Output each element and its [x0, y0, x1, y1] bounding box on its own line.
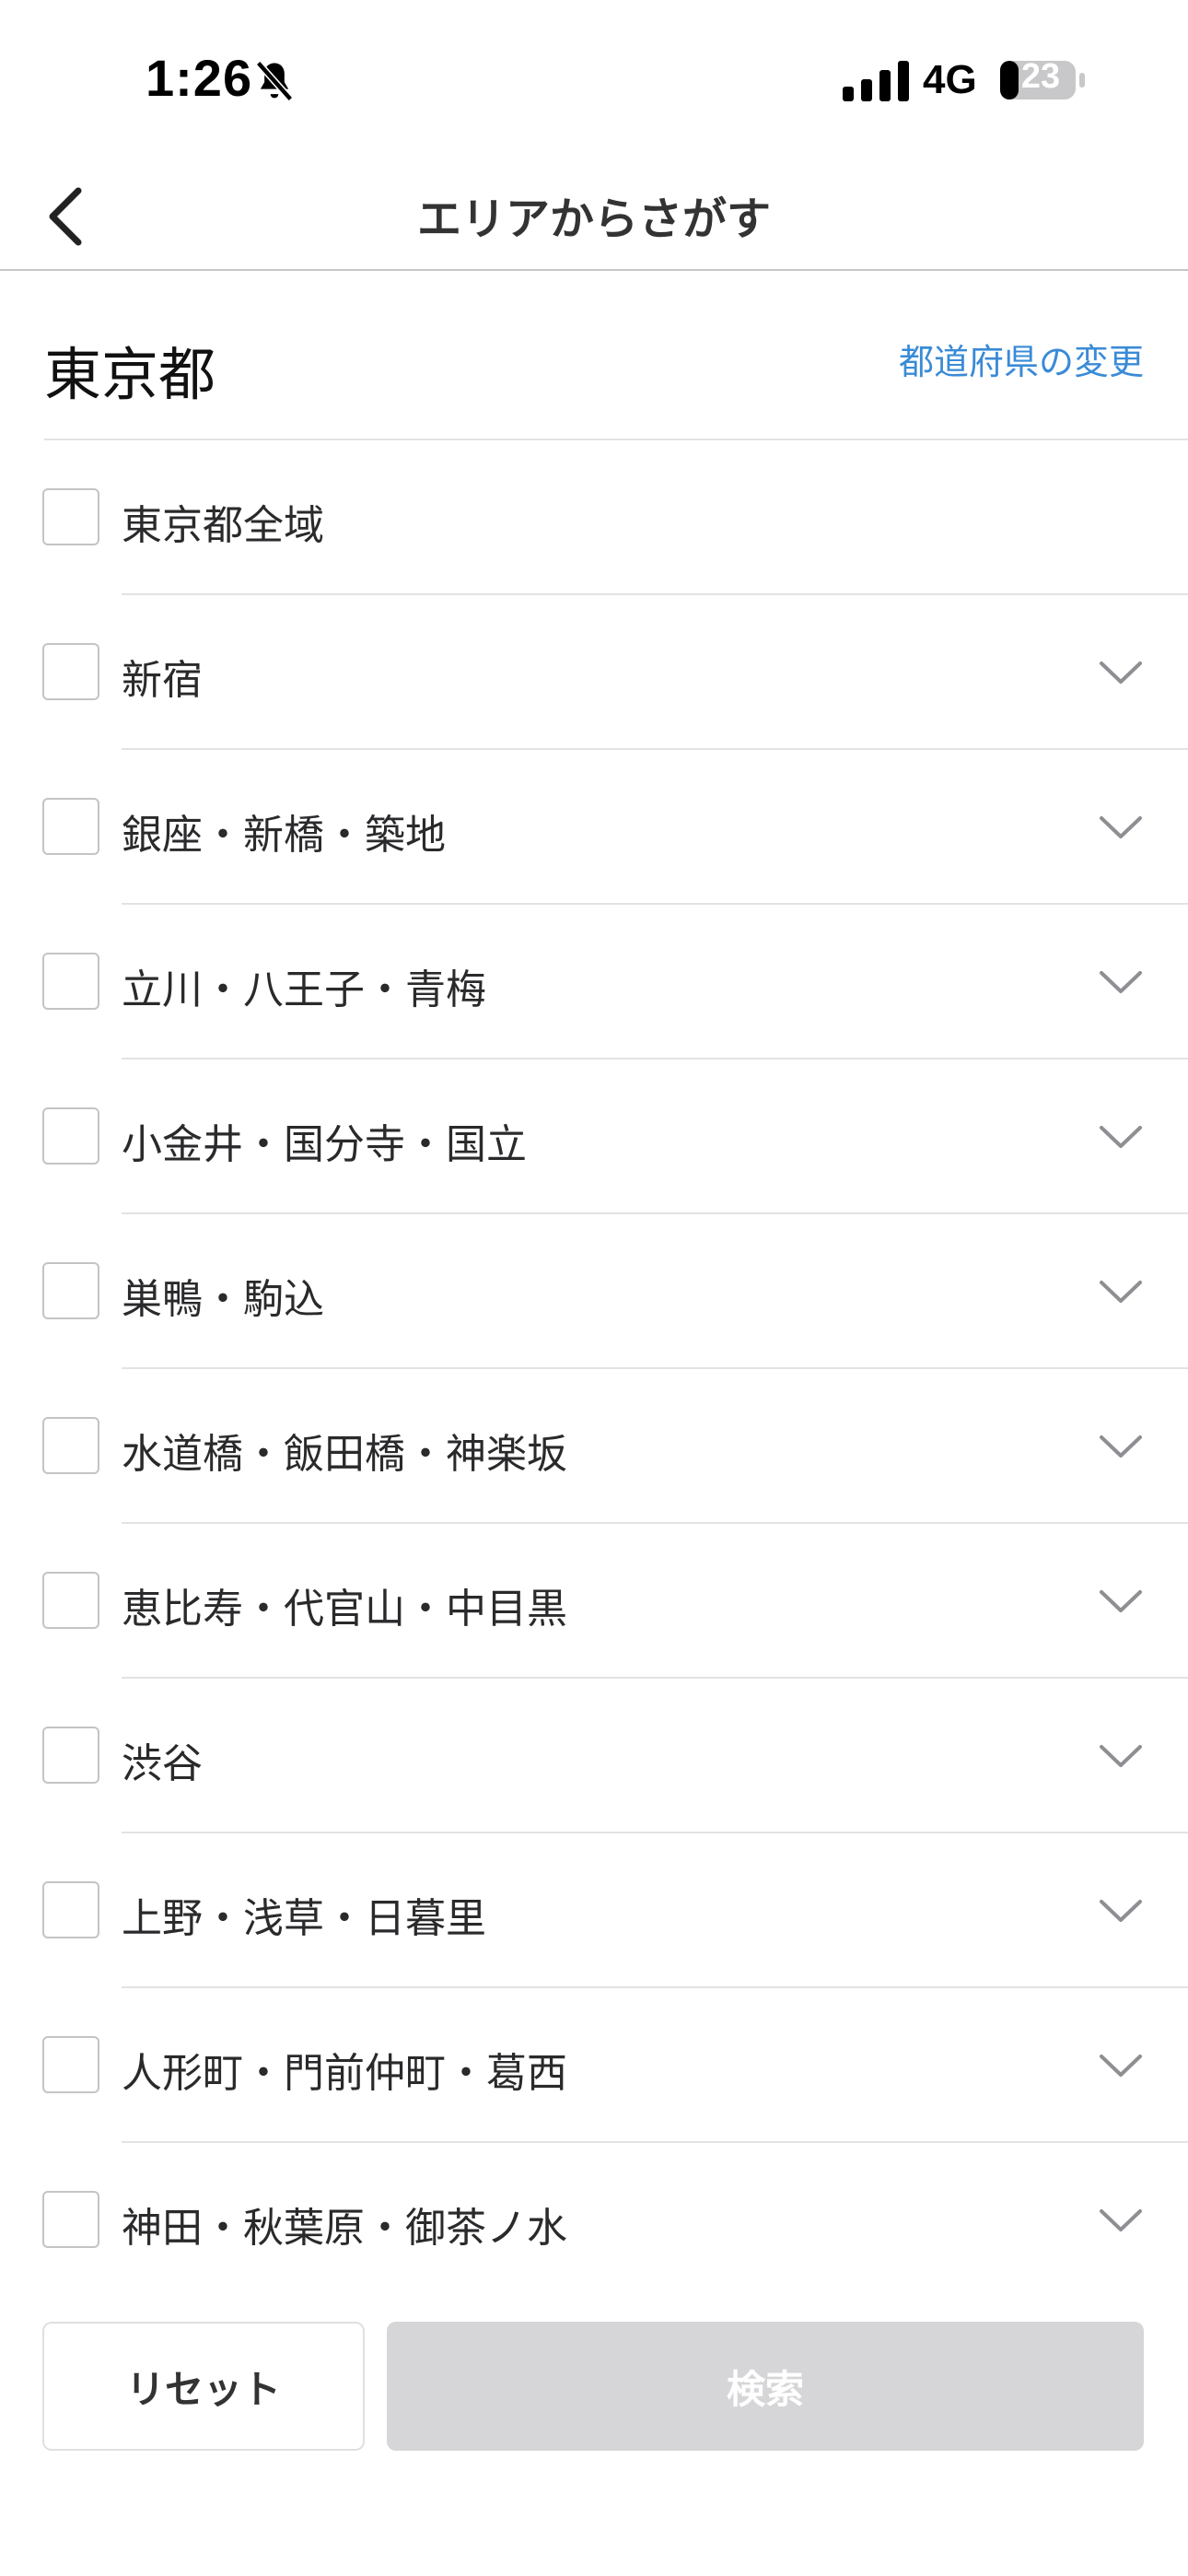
- chevron-down-icon[interactable]: [1098, 1889, 1144, 1933]
- area-checkbox[interactable]: [42, 1572, 99, 1629]
- area-label: 渋谷: [122, 1740, 203, 1787]
- area-label: 新宿: [122, 657, 203, 704]
- chevron-down-icon[interactable]: [1098, 1734, 1144, 1778]
- area-row[interactable]: 神田・秋葉原・御茶ノ水: [0, 2143, 1188, 2298]
- area-row[interactable]: 渋谷: [0, 1679, 1188, 1833]
- area-row[interactable]: 新宿: [0, 595, 1188, 750]
- reset-button[interactable]: リセット: [42, 2322, 365, 2451]
- screen: 1:26 4G 23 エリアからさがす 東京都 都道府県の変更 東京都全域 新宿…: [0, 0, 1188, 2576]
- cellular-signal-icon: [843, 61, 909, 101]
- area-checkbox[interactable]: [42, 643, 99, 700]
- area-checkbox[interactable]: [42, 1881, 99, 1938]
- area-label: 神田・秋葉原・御茶ノ水: [122, 2205, 567, 2252]
- chevron-down-icon[interactable]: [1098, 1270, 1144, 1314]
- area-label: 人形町・門前仲町・葛西: [122, 2050, 567, 2097]
- area-checkbox[interactable]: [42, 488, 99, 545]
- page-title: エリアからさがす: [416, 193, 771, 245]
- area-label: 銀座・新橋・築地: [122, 812, 446, 859]
- area-row[interactable]: 立川・八王子・青梅: [0, 905, 1188, 1060]
- prefecture-name: 東京都: [44, 341, 216, 408]
- area-checkbox[interactable]: [42, 2036, 99, 2093]
- chevron-down-icon[interactable]: [1098, 805, 1144, 849]
- battery-level: 23: [1020, 57, 1061, 96]
- chevron-down-icon[interactable]: [1098, 650, 1144, 695]
- area-label: 水道橋・飯田橋・神楽坂: [122, 1431, 567, 1478]
- area-row[interactable]: 銀座・新橋・築地: [0, 750, 1188, 905]
- area-label: 恵比寿・代官山・中目黒: [122, 1586, 567, 1633]
- chevron-down-icon[interactable]: [1098, 1579, 1144, 1623]
- search-button[interactable]: 検索: [387, 2322, 1144, 2451]
- area-row[interactable]: 水道橋・飯田橋・神楽坂: [0, 1369, 1188, 1524]
- area-label: 東京都全域: [122, 502, 324, 549]
- area-row[interactable]: 恵比寿・代官山・中目黒: [0, 1524, 1188, 1679]
- status-bar: 1:26 4G 23: [0, 0, 1188, 162]
- area-checkbox[interactable]: [42, 2191, 99, 2248]
- area-row[interactable]: 東京都全域: [0, 440, 1188, 595]
- area-row[interactable]: 人形町・門前仲町・葛西: [0, 1988, 1188, 2143]
- change-prefecture-link[interactable]: 都道府県の変更: [899, 334, 1144, 384]
- area-label: 上野・浅草・日暮里: [122, 1895, 486, 1942]
- chevron-down-icon[interactable]: [1098, 2198, 1144, 2242]
- chevron-down-icon[interactable]: [1098, 2043, 1144, 2088]
- chevron-down-icon[interactable]: [1098, 1424, 1144, 1469]
- area-label: 巣鴨・駒込: [122, 1276, 324, 1323]
- area-list: 東京都全域新宿銀座・新橋・築地 立川・八王子・青梅 小金井・国分寺・国立 巣鴨・駒込水…: [0, 440, 1188, 2298]
- area-label: 立川・八王子・青梅: [122, 966, 486, 1013]
- area-checkbox[interactable]: [42, 1417, 99, 1474]
- area-checkbox[interactable]: [42, 953, 99, 1010]
- area-checkbox[interactable]: [42, 798, 99, 855]
- area-checkbox[interactable]: [42, 1727, 99, 1784]
- area-label: 小金井・国分寺・国立: [122, 1121, 527, 1168]
- bell-slash-icon: [255, 60, 294, 102]
- area-checkbox[interactable]: [42, 1262, 99, 1319]
- area-row[interactable]: 小金井・国分寺・国立: [0, 1060, 1188, 1214]
- area-row[interactable]: 巣鴨・駒込: [0, 1214, 1188, 1369]
- chevron-down-icon[interactable]: [1098, 960, 1144, 1004]
- status-time: 1:26: [146, 49, 253, 107]
- area-row[interactable]: 上野・浅草・日暮里: [0, 1833, 1188, 1988]
- area-checkbox[interactable]: [42, 1107, 99, 1165]
- chevron-down-icon[interactable]: [1098, 1115, 1144, 1159]
- prefecture-header: 東京都 都道府県の変更: [44, 271, 1188, 440]
- network-type: 4G: [923, 57, 977, 102]
- nav-bar: エリアからさがす: [0, 162, 1188, 271]
